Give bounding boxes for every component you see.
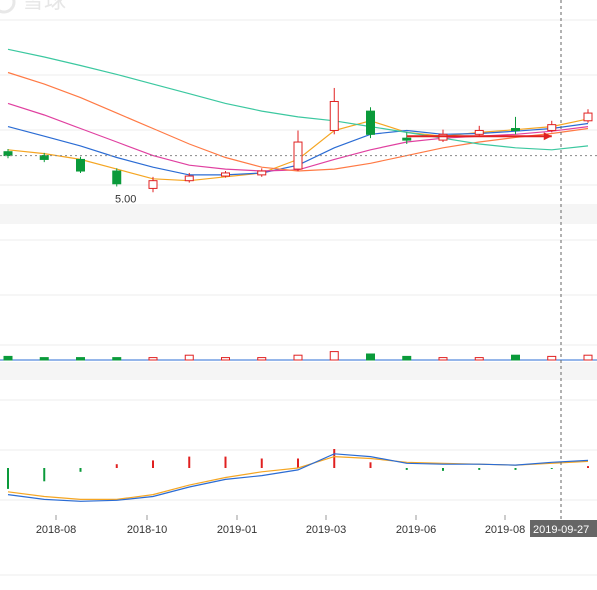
x-axis: 2018-08 2018-10 2019-01 2019-03 2019-06 2019-… [36, 515, 525, 536]
x-tick-label: 2018-10 [127, 524, 167, 536]
volume-bar [474, 357, 484, 361]
candle-body [39, 155, 49, 160]
volume-bar [511, 354, 520, 361]
candle-body [366, 110, 375, 135]
snowball-logo-icon [0, 0, 16, 14]
stock-chart: 雪球 5.00 2018-08 2018-10 2019-01 2019-03 2019… [0, 0, 597, 576]
volume-bar [148, 357, 158, 361]
candle-body [547, 124, 557, 131]
candlesticks [3, 87, 593, 193]
macd-panel [7, 449, 589, 502]
cursor-date-label: 2019-09-27 [533, 524, 589, 536]
volume-bar [583, 354, 593, 361]
x-tick-label: 2019-06 [396, 524, 436, 536]
volume-bar [39, 357, 49, 361]
candle-body [112, 170, 122, 185]
candle-body [511, 128, 520, 131]
volume-bar [184, 354, 194, 361]
volume-bar [402, 355, 412, 361]
volume-macd-divider [0, 362, 597, 380]
volume-bar [76, 357, 85, 361]
volume-bar [221, 357, 230, 361]
volume-bar [293, 354, 303, 361]
candle-body [474, 129, 484, 135]
volume-bar [438, 357, 448, 361]
x-tick-label: 2019-01 [217, 524, 257, 536]
x-tick-label: 2019-03 [306, 524, 346, 536]
cursor-date-box: 2019-09-27 [530, 520, 597, 537]
volume-bar [257, 357, 267, 361]
candle-body [329, 100, 339, 131]
candle-body [148, 180, 158, 189]
candle-body [257, 170, 267, 176]
price-panel: 5.00 [0, 48, 597, 205]
price-volume-divider [0, 204, 597, 224]
watermark-text: 雪球 [22, 0, 66, 14]
volume-bar [329, 351, 339, 361]
candle-body [221, 172, 230, 177]
volume-panel [0, 351, 597, 361]
candle-body [3, 151, 13, 157]
volume-bar [112, 357, 122, 361]
candle-body [583, 112, 593, 122]
gridlines [0, 19, 597, 501]
x-tick-label: 2018-08 [36, 524, 76, 536]
x-tick-label: 2019-08 [485, 524, 525, 536]
candle-body [184, 175, 194, 182]
candle-body [402, 137, 412, 141]
volume-bar [547, 355, 557, 361]
volume-bar [3, 355, 13, 361]
min-price-label: 5.00 [115, 193, 136, 205]
volume-bar [366, 353, 375, 361]
watermark: 雪球 [0, 0, 66, 14]
candle-body [76, 158, 85, 172]
